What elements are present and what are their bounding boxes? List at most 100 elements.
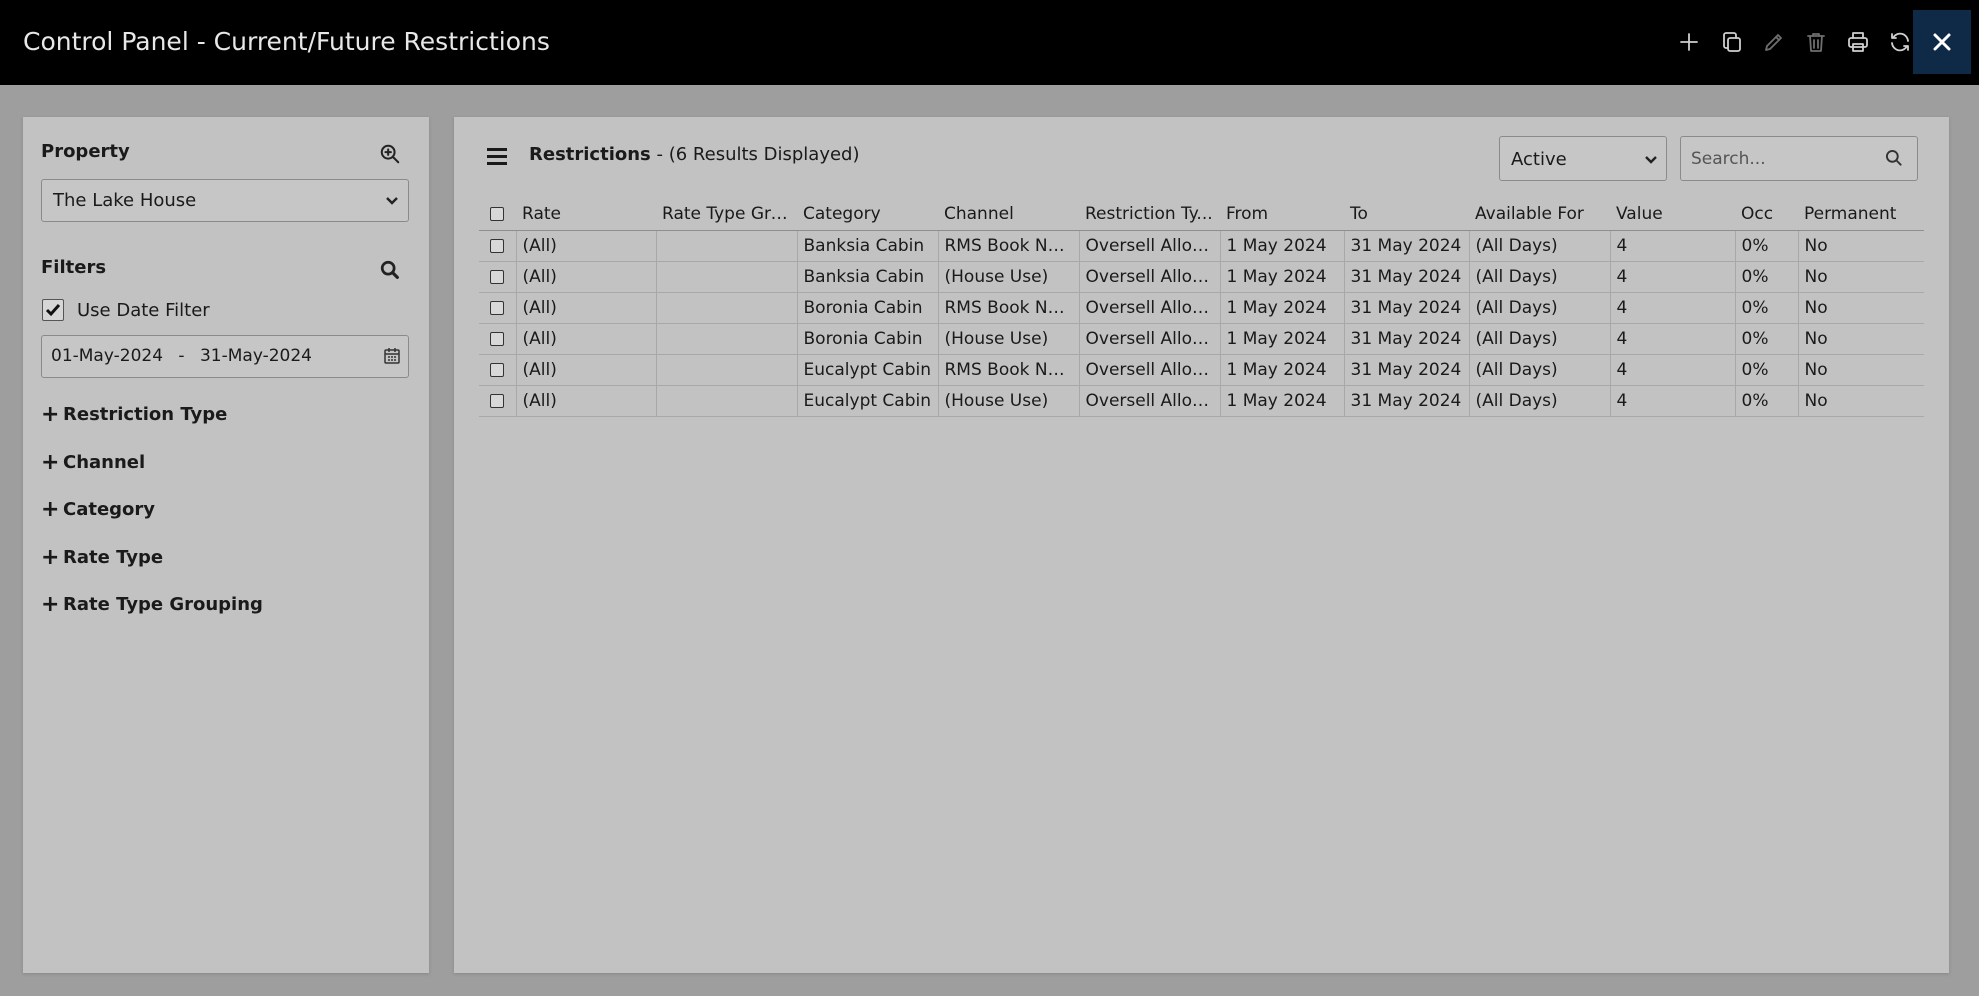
cell-channel: (House Use) xyxy=(937,323,1079,355)
col-header-restriction-type[interactable]: Restriction Ty... xyxy=(1079,199,1220,231)
cell-available-for: (All Days) xyxy=(1468,230,1610,262)
close-icon xyxy=(1933,33,1951,51)
cell-permanent: No xyxy=(1797,261,1924,293)
cell-rate-type-group xyxy=(655,230,797,262)
col-header-channel[interactable]: Channel xyxy=(938,199,1079,231)
filter-sidebar: Property The Lake House Filters Use Date… xyxy=(23,117,429,973)
table-row[interactable]: (All) Eucalypt Cabin RMS Book No... Oversel… xyxy=(479,354,1924,386)
cell-value: 4 xyxy=(1609,354,1735,386)
expander-rate-type[interactable]: + Rate Type xyxy=(41,544,164,570)
expander-channel[interactable]: + Channel xyxy=(41,449,145,475)
expander-label: Rate Type xyxy=(63,547,164,568)
expander-restriction-type[interactable]: + Restriction Type xyxy=(41,403,228,425)
delete-button[interactable] xyxy=(1798,24,1834,60)
table-row[interactable]: (All) Banksia Cabin (House Use) Oversell Al… xyxy=(479,261,1924,293)
cell-restriction-type: Oversell Allot... xyxy=(1078,230,1220,262)
cell-rate-type-group xyxy=(655,385,797,417)
property-label: Property xyxy=(41,141,130,162)
table-row[interactable]: (All) Eucalypt Cabin (House Use) Oversell A… xyxy=(479,385,1924,417)
cell-occ: 0% xyxy=(1734,292,1798,324)
cell-to: 31 May 2024 xyxy=(1343,230,1469,262)
row-select-cell xyxy=(479,230,516,262)
search-field[interactable] xyxy=(1680,136,1918,181)
col-header-occ[interactable]: Occ xyxy=(1735,199,1798,231)
col-header-available-for[interactable]: Available For xyxy=(1469,199,1610,231)
cell-to: 31 May 2024 xyxy=(1343,323,1469,355)
restrictions-table: Rate Rate Type Gro... Category Channel R… xyxy=(479,199,1924,417)
row-select-cell xyxy=(479,385,516,417)
cell-rate: (All) xyxy=(515,261,656,293)
row-checkbox[interactable] xyxy=(490,269,504,284)
checkmark-icon xyxy=(45,304,61,317)
cell-available-for: (All Days) xyxy=(1468,323,1610,355)
search-input[interactable] xyxy=(1691,149,1861,169)
row-checkbox[interactable] xyxy=(490,331,504,346)
cell-value: 4 xyxy=(1609,292,1735,324)
cell-category: Eucalypt Cabin xyxy=(796,354,938,386)
cell-rate: (All) xyxy=(515,292,656,324)
search-icon[interactable] xyxy=(1884,148,1906,170)
property-select-value: The Lake House xyxy=(53,190,197,211)
use-date-filter-checkbox[interactable] xyxy=(42,299,64,321)
col-header-rate[interactable]: Rate xyxy=(516,199,656,231)
expander-label: Restriction Type xyxy=(63,404,228,425)
cell-from: 1 May 2024 xyxy=(1219,292,1344,324)
cell-value: 4 xyxy=(1609,323,1735,355)
copy-button[interactable] xyxy=(1714,24,1750,60)
cell-value: 4 xyxy=(1609,385,1735,417)
cell-category: Eucalypt Cabin xyxy=(796,385,938,417)
cell-rate: (All) xyxy=(515,230,656,262)
edit-button[interactable] xyxy=(1756,24,1792,60)
zoom-in-icon xyxy=(380,144,400,164)
menu-icon[interactable] xyxy=(487,148,509,168)
property-select[interactable]: The Lake House xyxy=(41,179,409,222)
cell-category: Banksia Cabin xyxy=(796,261,938,293)
select-all-checkbox[interactable] xyxy=(490,207,504,222)
expander-rate-type-grouping[interactable]: + Rate Type Grouping xyxy=(41,593,263,615)
col-header-permanent[interactable]: Permanent xyxy=(1798,199,1924,231)
row-checkbox[interactable] xyxy=(490,393,504,408)
cell-occ: 0% xyxy=(1734,230,1798,262)
col-header-rate-type-group[interactable]: Rate Type Gro... xyxy=(656,199,797,231)
add-button[interactable] xyxy=(1671,24,1707,60)
row-checkbox[interactable] xyxy=(490,300,504,315)
table-row[interactable]: (All) Boronia Cabin (House Use) Oversell Al… xyxy=(479,323,1924,355)
plus-icon: + xyxy=(41,544,60,570)
cell-to: 31 May 2024 xyxy=(1343,385,1469,417)
cell-channel: RMS Book No... xyxy=(937,230,1079,262)
col-header-value[interactable]: Value xyxy=(1610,199,1735,231)
use-date-filter-label: Use Date Filter xyxy=(77,300,210,321)
cell-available-for: (All Days) xyxy=(1468,385,1610,417)
cell-to: 31 May 2024 xyxy=(1343,292,1469,324)
results-title-bold: Restrictions xyxy=(529,144,651,165)
col-header-from[interactable]: From xyxy=(1220,199,1344,231)
col-header-to[interactable]: To xyxy=(1344,199,1469,231)
table-row[interactable]: (All) Boronia Cabin RMS Book No... Oversell… xyxy=(479,292,1924,324)
date-from: 01-May-2024 xyxy=(51,346,164,366)
plus-icon: + xyxy=(41,449,60,475)
cell-available-for: (All Days) xyxy=(1468,292,1610,324)
date-range-input[interactable]: 01-May-2024 - 31-May-2024 xyxy=(41,335,409,378)
filters-search-button[interactable] xyxy=(378,258,402,282)
date-separator: - xyxy=(178,346,185,366)
expander-category[interactable]: + Category xyxy=(41,498,155,520)
table-row[interactable]: (All) Banksia Cabin RMS Book No... Oversell… xyxy=(479,230,1924,262)
cell-restriction-type: Oversell Allot... xyxy=(1078,261,1220,293)
status-select[interactable]: Active xyxy=(1499,136,1667,181)
calendar-icon[interactable] xyxy=(382,346,402,366)
title-bar: Control Panel - Current/Future Restricti… xyxy=(0,0,1979,85)
row-checkbox[interactable] xyxy=(490,238,504,253)
close-button[interactable] xyxy=(1913,10,1971,74)
refresh-icon xyxy=(1891,32,1909,52)
property-zoom-button[interactable] xyxy=(378,142,402,166)
cell-permanent: No xyxy=(1797,292,1924,324)
cell-permanent: No xyxy=(1797,385,1924,417)
print-button[interactable] xyxy=(1840,24,1876,60)
cell-rate-type-group xyxy=(655,323,797,355)
cell-rate: (All) xyxy=(515,354,656,386)
row-checkbox[interactable] xyxy=(490,362,504,377)
copy-icon xyxy=(1723,32,1741,52)
cell-value: 4 xyxy=(1609,230,1735,262)
col-header-category[interactable]: Category xyxy=(797,199,938,231)
row-select-cell xyxy=(479,261,516,293)
